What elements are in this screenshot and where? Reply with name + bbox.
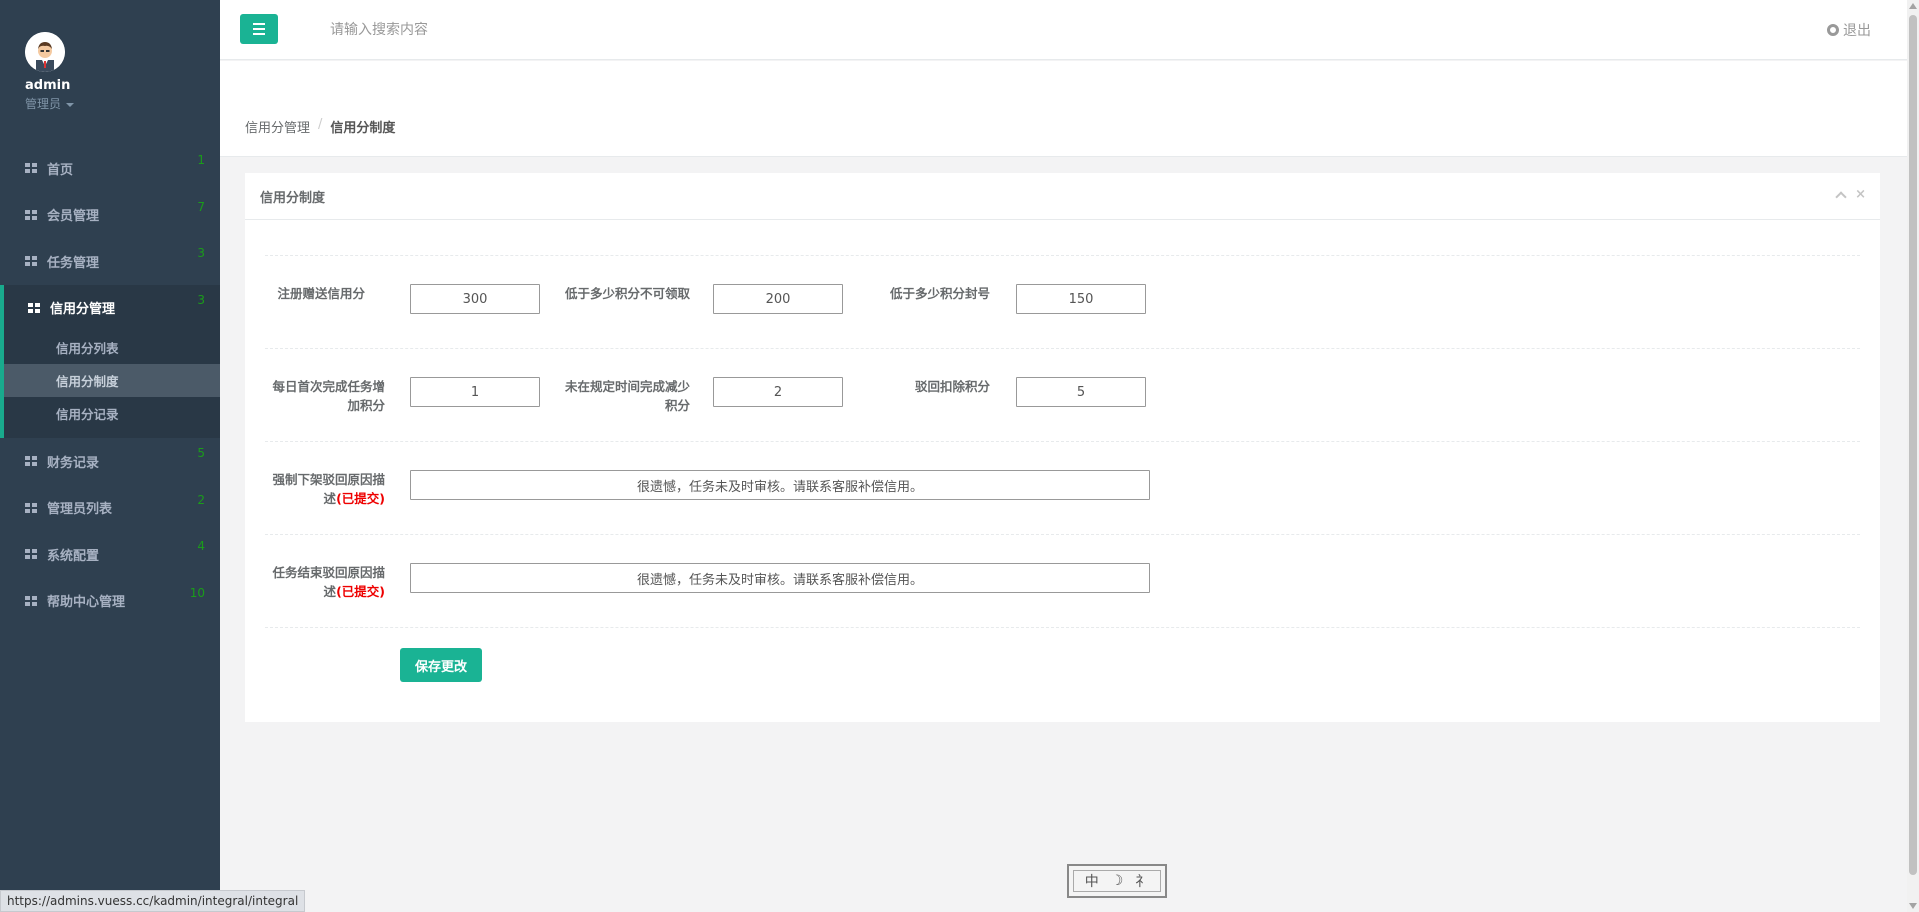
sidebar-item-badge: 1 [197, 153, 205, 167]
sidebar-subitem-credit-system[interactable]: 信用分制度 [4, 364, 220, 397]
punctuation-icon[interactable]: ⺭ [1135, 871, 1149, 891]
sidebar-item-badge: 5 [197, 446, 205, 460]
grid-icon [28, 302, 40, 313]
submitted-tag: (已提交) [336, 491, 385, 506]
task-end-reason-input[interactable] [410, 563, 1150, 593]
credit-system-panel: 信用分制度 × 注册赠送信用分 低于多少积分不可领取 低于多少积分封号 每日首次… [245, 173, 1880, 722]
sidebar-item-badge: 2 [197, 492, 205, 507]
credit-form: 注册赠送信用分 低于多少积分不可领取 低于多少积分封号 每日首次完成任务增加积分… [265, 255, 1860, 647]
below-ban-input[interactable] [1016, 284, 1146, 314]
form-row: 任务结束驳回原因描述(已提交) [265, 534, 1860, 627]
page-scrollbar[interactable] [1907, 0, 1919, 912]
hamburger-icon [253, 23, 265, 25]
late-penalty-label: 未在规定时间完成减少积分 [565, 379, 691, 413]
task-end-reason-label: 任务结束驳回原因描述(已提交) [272, 565, 385, 599]
daily-first-bonus-input[interactable] [410, 377, 540, 407]
sidebar-item-label: 帮助中心管理 [47, 595, 126, 611]
breadcrumb: 信用分管理 / 信用分制度 [245, 117, 395, 136]
grid-icon [25, 163, 37, 174]
sidebar-group-credit: 信用分管理 3 信用分列表 信用分制度 信用分记录 [0, 284, 220, 438]
reject-deduct-label: 驳回扣除积分 [914, 379, 990, 394]
avatar[interactable] [25, 32, 65, 72]
force-delist-reason-label: 强制下架驳回原因描述(已提交) [272, 472, 385, 506]
breadcrumb-current: 信用分制度 [330, 121, 396, 136]
sidebar-item-home[interactable]: 首页 1 [0, 145, 220, 192]
panel-tools: × [1835, 188, 1866, 203]
grid-icon [25, 256, 37, 267]
sidebar-item-badge: 3 [197, 246, 205, 260]
logout-label: 退出 [1843, 23, 1871, 39]
form-row: 每日首次完成任务增加积分 未在规定时间完成减少积分 驳回扣除积分 [265, 348, 1860, 441]
sidebar-item-label: 财务记录 [47, 455, 100, 471]
scroll-up-icon[interactable] [1909, 3, 1917, 9]
sidebar-item-label: 任务管理 [47, 255, 100, 271]
sidebar-item-system-config[interactable]: 系统配置 4 [0, 531, 220, 578]
sidebar-item-label: 会员管理 [47, 209, 100, 225]
sidebar-item-help-center[interactable]: 帮助中心管理 10 [0, 578, 220, 625]
moon-icon[interactable]: ☽ [1111, 873, 1124, 889]
sidebar-item-label: 管理员列表 [47, 502, 113, 518]
below-no-claim-input[interactable] [713, 284, 843, 314]
logout-button[interactable]: 退出 [1827, 20, 1871, 40]
register-credit-input[interactable] [410, 284, 540, 314]
sidebar-item-admins[interactable]: 管理员列表 2 [0, 485, 220, 532]
form-row [265, 627, 1860, 647]
scroll-down-icon[interactable] [1909, 903, 1917, 909]
chevron-up-icon[interactable] [1835, 191, 1847, 203]
caret-down-icon [66, 102, 75, 107]
close-icon[interactable]: × [1855, 188, 1866, 201]
save-button[interactable]: 保存更改 [400, 648, 482, 682]
avatar-icon [25, 32, 65, 72]
grid-icon [25, 549, 37, 560]
breadcrumb-parent[interactable]: 信用分管理 [245, 117, 310, 136]
sidebar-item-credit[interactable]: 信用分管理 3 [4, 285, 220, 332]
user-profile: admin 管理员 [0, 0, 220, 145]
sidebar: admin 管理员 首页 1 会员管理 7 任务管理 3 信用分管理 3 信用分… [0, 0, 220, 912]
register-credit-label: 注册赠送信用分 [277, 286, 365, 301]
sidebar-item-finance[interactable]: 财务记录 5 [0, 438, 220, 485]
sidebar-item-badge: 7 [197, 199, 205, 214]
sidebar-item-members[interactable]: 会员管理 7 [0, 192, 220, 239]
grid-icon [25, 595, 37, 606]
user-role-label: 管理员 [25, 97, 62, 111]
user-name: admin [25, 78, 71, 93]
below-ban-label: 低于多少积分封号 [889, 286, 990, 301]
panel-header: 信用分制度 × [245, 173, 1880, 220]
sidebar-item-badge: 3 [197, 292, 205, 307]
below-no-claim-label: 低于多少积分不可领取 [565, 286, 691, 301]
scrollbar-thumb[interactable] [1909, 15, 1917, 875]
search-input[interactable] [330, 18, 630, 42]
sidebar-subitem-credit-records[interactable]: 信用分记录 [4, 397, 220, 430]
topbar: 退出 [220, 0, 1919, 60]
grid-icon [25, 209, 37, 220]
sidebar-item-label: 首页 [47, 162, 74, 178]
daily-first-bonus-label: 每日首次完成任务增加积分 [272, 379, 385, 413]
sidebar-item-label: 系统配置 [47, 548, 100, 564]
reject-deduct-input[interactable] [1016, 377, 1146, 407]
user-role-dropdown[interactable]: 管理员 [25, 95, 220, 112]
sidebar-item-badge: 4 [197, 539, 205, 553]
force-delist-reason-input[interactable] [410, 470, 1150, 500]
panel-title: 信用分制度 [260, 190, 326, 206]
form-row: 注册赠送信用分 低于多少积分不可领取 低于多少积分封号 [265, 255, 1860, 348]
late-penalty-input[interactable] [713, 377, 843, 407]
sidebar-subitem-credit-list[interactable]: 信用分列表 [4, 331, 220, 364]
ime-toolbar[interactable]: 中 ☽ ⺭ [1067, 864, 1167, 898]
gear-icon [1827, 24, 1839, 36]
grid-icon [25, 456, 37, 467]
form-row: 强制下架驳回原因描述(已提交) [265, 441, 1860, 534]
menu-toggle-button[interactable] [240, 14, 278, 44]
status-bar-url: https://admins.vuess.cc/kadmin/integral/… [0, 890, 306, 912]
sidebar-item-tasks[interactable]: 任务管理 3 [0, 238, 220, 285]
page-heading: 信用分管理 / 信用分制度 [220, 61, 1909, 157]
ime-language-icon[interactable]: 中 [1085, 871, 1099, 891]
grid-icon [25, 502, 37, 513]
breadcrumb-separator: / [318, 117, 323, 132]
sidebar-item-badge: 10 [189, 585, 205, 600]
submitted-tag: (已提交) [336, 584, 385, 599]
sidebar-item-label: 信用分管理 [50, 302, 116, 318]
